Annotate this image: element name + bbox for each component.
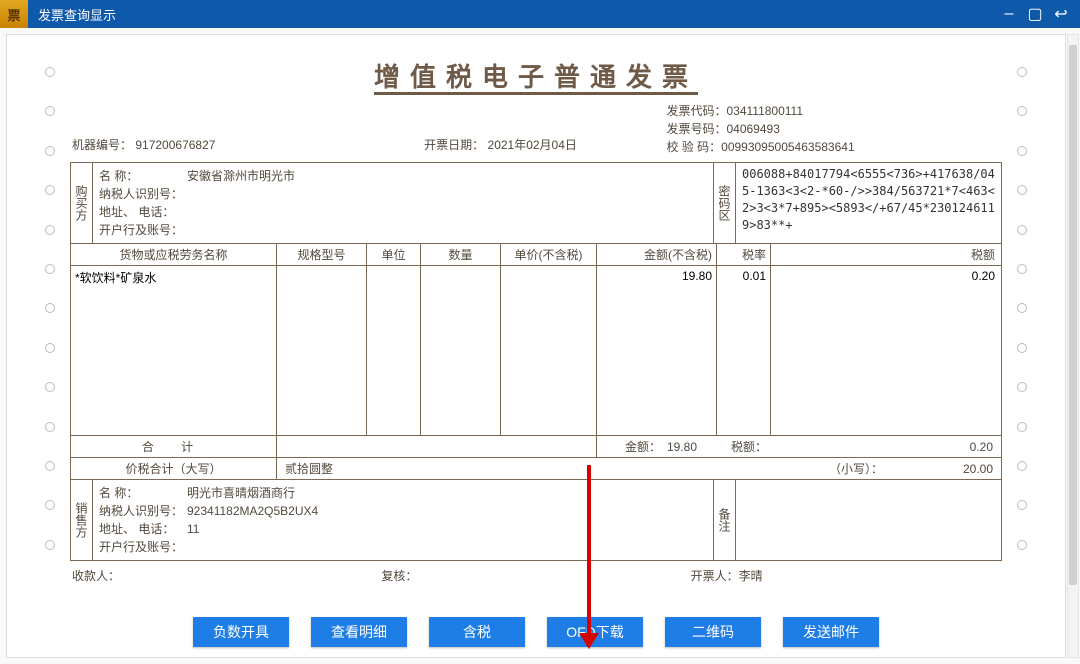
items-header: 货物或应税劳务名称 规格型号 单位 数量 单价(不含税) 金额(不含税) 税率 … [71, 244, 1001, 266]
col-qty: 数量 [421, 244, 501, 265]
item-rate: 0.01 [717, 266, 771, 435]
issuer-value: 李晴 [739, 569, 763, 583]
issue-date-label: 开票日期： [424, 138, 484, 152]
invoice-check-value: 00993095005463583641 [721, 140, 854, 154]
issue-date-value: 2021年02月04日 [488, 138, 577, 152]
item-amount: 19.80 [597, 266, 717, 435]
total-row: 合 计 金额： 19.80 税额： 0.20 [71, 436, 1001, 458]
invoice-code-label: 发票代码： [666, 104, 726, 118]
invoice-code-value: 034111800111 [726, 104, 803, 118]
machine-no-label: 机器编号： [72, 138, 132, 152]
buyer-taxid-label: 纳税人识别号： [99, 185, 187, 203]
col-name: 货物或应税劳务名称 [71, 244, 277, 265]
view-detail-button[interactable]: 查看明细 [311, 617, 407, 647]
titlebar: 票 发票查询显示 – ▢ ↩ [0, 0, 1080, 28]
col-spec: 规格型号 [277, 244, 367, 265]
window-title: 发票查询显示 [38, 5, 116, 24]
col-price: 单价(不含税) [501, 244, 597, 265]
total-amount-label: 金额： [597, 436, 667, 457]
negative-issue-button[interactable]: 负数开具 [193, 617, 289, 647]
payee-label: 收款人： [72, 569, 120, 583]
seller-name-value: 明光市喜晴烟酒商行 [187, 484, 295, 502]
perforation-left [40, 65, 60, 552]
invoice-paper: 增值税电子普通发票 机器编号： 917200676827 开票日期： 2021年… [46, 51, 1026, 592]
total-label: 合 计 [71, 436, 277, 457]
cipher-label: 密码区 [714, 163, 736, 243]
invoice-number-value: 04069493 [726, 122, 779, 136]
remark-label: 备注 [714, 480, 736, 560]
send-mail-button[interactable]: 发送邮件 [783, 617, 879, 647]
scroll-thumb[interactable] [1069, 45, 1077, 585]
invoice-check-label: 校 验 码： [666, 140, 721, 154]
maximize-button[interactable]: ▢ [1022, 1, 1048, 27]
seller-addrtel-value: 11 [187, 520, 199, 538]
col-unit: 单位 [367, 244, 421, 265]
total-amount-value: 19.80 [667, 436, 717, 457]
capital-row: 价税合计（大写） 贰拾圆整 （小写）： 20.00 [71, 458, 1001, 480]
col-tax: 税额 [771, 244, 1001, 265]
minimize-button[interactable]: – [996, 1, 1022, 27]
issuer-label: 开票人： [691, 569, 739, 583]
seller-bank-label: 开户行及账号： [99, 538, 187, 556]
item-spec [277, 266, 367, 435]
col-rate: 税率 [717, 244, 771, 265]
tax-included-button[interactable]: 含税 [429, 617, 525, 647]
vertical-scrollbar[interactable] [1067, 34, 1079, 658]
total-tax-value: 0.20 [771, 436, 1001, 457]
capital-label: 价税合计（大写） [71, 458, 277, 479]
invoice-box: 购买方 名 称：安徽省滁州市明光市 纳税人识别号： 地址、 电话： 开户行及账号… [70, 162, 1002, 561]
buyer-name-label: 名 称： [99, 167, 187, 185]
button-bar: 负数开具 查看明细 含税 OFD下载 二维码 发送邮件 [7, 617, 1065, 647]
invoice-number-label: 发票号码： [666, 122, 726, 136]
seller-taxid-value: 92341182MA2Q5B2UX4 [187, 502, 318, 520]
ofd-download-button[interactable]: OFD下载 [547, 617, 643, 647]
item-name: *软饮料*矿泉水 [71, 266, 277, 435]
item-qty [421, 266, 501, 435]
qr-code-button[interactable]: 二维码 [665, 617, 761, 647]
cipher-text: 006088+84017794<6555<736>+417638/045-136… [736, 163, 1001, 243]
seller-taxid-label: 纳税人识别号： [99, 502, 187, 520]
app-icon: 票 [0, 0, 28, 28]
document-viewport: 增值税电子普通发票 机器编号： 917200676827 开票日期： 2021年… [6, 34, 1066, 658]
capital-lower-value: 20.00 [891, 458, 1001, 479]
seller-name-label: 名 称： [99, 484, 187, 502]
machine-no-value: 917200676827 [135, 138, 215, 152]
remark-body [736, 480, 1001, 560]
workspace: 增值税电子普通发票 机器编号： 917200676827 开票日期： 2021年… [0, 28, 1080, 664]
capital-upper: 贰拾圆整 [277, 458, 821, 479]
item-price [501, 266, 597, 435]
reviewer-label: 复核： [381, 569, 417, 583]
invoice: 增值税电子普通发票 机器编号： 917200676827 开票日期： 2021年… [70, 51, 1002, 592]
perforation-right [1012, 65, 1032, 552]
buyer-name-value: 安徽省滁州市明光市 [187, 167, 295, 185]
items-body: *软饮料*矿泉水 19.80 0.01 0.20 [71, 266, 1001, 436]
item-unit [367, 266, 421, 435]
seller-addrtel-label: 地址、 电话： [99, 520, 187, 538]
invoice-title: 增值税电子普通发票 [70, 57, 1002, 96]
item-tax: 0.20 [771, 266, 1001, 435]
buyer-bank-label: 开户行及账号： [99, 221, 187, 239]
capital-lower-label: （小写）： [821, 458, 891, 479]
seller-section-label: 销售方 [71, 480, 93, 560]
total-tax-label: 税额： [717, 436, 771, 457]
col-amount: 金额(不含税) [597, 244, 717, 265]
signers-row: 收款人： 复核： 开票人：李晴 [70, 567, 1002, 584]
buyer-addrtel-label: 地址、 电话： [99, 203, 187, 221]
buyer-section-label: 购买方 [71, 163, 93, 243]
back-button[interactable]: ↩ [1048, 1, 1074, 27]
invoice-topinfo: 机器编号： 917200676827 开票日期： 2021年02月04日 发票代… [70, 102, 1002, 156]
